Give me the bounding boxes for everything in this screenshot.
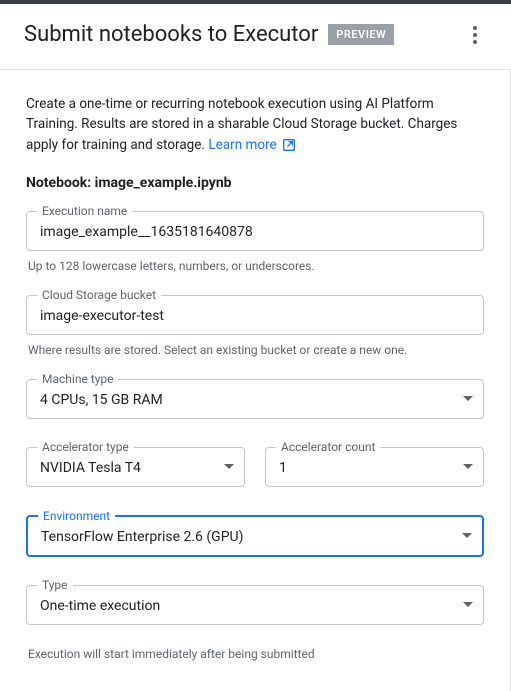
type-value: One-time execution	[27, 586, 463, 624]
bucket-label: Cloud Storage bucket	[37, 288, 161, 302]
notebook-label: Notebook: image_example.ipynb	[26, 175, 484, 191]
accelerator-count-select[interactable]: Accelerator count 1	[265, 447, 484, 487]
more-menu-button[interactable]	[463, 23, 487, 47]
learn-more-link[interactable]: Learn more	[208, 135, 296, 155]
description-text: Create a one-time or recurring notebook …	[26, 94, 484, 155]
machine-type-label: Machine type	[37, 372, 118, 386]
bucket-helper: Where results are stored. Select an exis…	[28, 343, 484, 357]
chevron-down-icon	[463, 602, 473, 607]
preview-badge: PREVIEW	[328, 24, 394, 45]
type-select[interactable]: Type One-time execution	[26, 585, 484, 625]
dialog-title-row: Submit notebooks to Executor PREVIEW	[24, 22, 394, 47]
accelerator-type-label: Accelerator type	[37, 440, 134, 454]
chevron-down-icon	[463, 396, 473, 401]
chevron-down-icon	[224, 464, 234, 469]
external-link-icon	[281, 137, 297, 153]
dialog-content: Create a one-time or recurring notebook …	[0, 70, 511, 691]
footer-note: Execution will start immediately after b…	[28, 647, 484, 661]
execution-name-label: Execution name	[37, 204, 132, 218]
environment-label: Environment	[38, 509, 115, 523]
environment-select[interactable]: Environment TensorFlow Enterprise 2.6 (G…	[26, 515, 484, 557]
accelerator-row: Accelerator type NVIDIA Tesla T4 Acceler…	[26, 447, 484, 487]
chevron-down-icon	[463, 464, 473, 469]
dialog-title: Submit notebooks to Executor	[24, 22, 318, 47]
dialog-header: Submit notebooks to Executor PREVIEW	[0, 4, 511, 70]
accelerator-type-select[interactable]: Accelerator type NVIDIA Tesla T4	[26, 447, 245, 487]
execution-name-helper: Up to 128 lowercase letters, numbers, or…	[28, 259, 484, 273]
type-label: Type	[37, 578, 73, 592]
bucket-field[interactable]: Cloud Storage bucket	[26, 295, 484, 335]
accelerator-count-label: Accelerator count	[276, 440, 380, 454]
machine-type-select[interactable]: Machine type 4 CPUs, 15 GB RAM	[26, 379, 484, 419]
execution-name-field[interactable]: Execution name	[26, 211, 484, 251]
chevron-down-icon	[462, 533, 472, 538]
